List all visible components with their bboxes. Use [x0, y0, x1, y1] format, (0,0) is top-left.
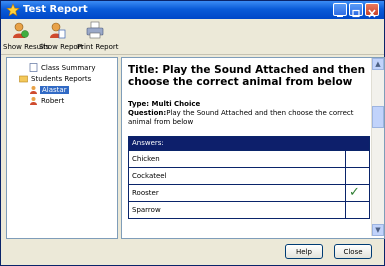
- checkmark-icon: ✓: [349, 185, 360, 200]
- answer-text: Chicken: [132, 155, 160, 163]
- answer-text: Sparrow: [132, 206, 161, 214]
- answer-divider: [345, 168, 346, 184]
- window-title: Test Report: [23, 4, 88, 15]
- scroll-down-icon[interactable]: ▼: [372, 224, 384, 236]
- close-icon[interactable]: [365, 3, 379, 18]
- answer-text: Cockateel: [132, 172, 167, 180]
- document-icon: [29, 63, 38, 72]
- print-report-label: Print Report: [77, 43, 119, 51]
- test-report-window: Test Report Show Results Show Report Pri…: [0, 0, 385, 266]
- answer-row: Rooster ✓: [129, 184, 369, 201]
- star-icon: [6, 3, 20, 17]
- question-type: Type: Multi Choice: [128, 100, 201, 108]
- tree-item-label: Class Summary: [41, 64, 96, 72]
- answer-divider: [345, 151, 346, 167]
- tree-item-label: Alastar: [40, 86, 69, 94]
- title-bar[interactable]: Test Report: [1, 1, 384, 19]
- question-title: Title: Play the Sound Attached and then …: [128, 64, 366, 88]
- question-text: Question:Play the Sound Attached and the…: [128, 109, 373, 127]
- tree-item-label: Students Reports: [31, 75, 92, 83]
- show-results-label: Show Results: [3, 43, 50, 51]
- answer-text: Rooster: [132, 189, 159, 197]
- answers-header: Answers:: [129, 137, 369, 150]
- answer-divider: [345, 185, 346, 201]
- minimize-icon[interactable]: [333, 3, 347, 17]
- student-icon: [30, 97, 37, 105]
- question-label: Question:: [128, 109, 167, 117]
- toolbar: Show Results Show Report Print Report: [1, 19, 384, 55]
- show-report-label: Show Report: [39, 43, 84, 51]
- folder-icon: [19, 75, 28, 83]
- answer-row: Sparrow: [129, 201, 369, 218]
- printer-icon: [86, 21, 104, 39]
- report-icon: [50, 22, 66, 39]
- question-panel: Title: Play the Sound Attached and then …: [121, 57, 385, 239]
- vertical-scrollbar[interactable]: ▲ ▼: [371, 58, 384, 236]
- answer-row: Chicken: [129, 150, 369, 167]
- student-icon: [30, 86, 37, 94]
- show-report-button[interactable]: Show Report: [39, 21, 84, 53]
- scroll-up-icon[interactable]: ▲: [372, 58, 384, 70]
- scrollbar-thumb[interactable]: [372, 106, 384, 128]
- print-report-button[interactable]: Print Report: [77, 21, 119, 53]
- answers-table: Answers: Chicken Cockateel Rooster ✓ Spa…: [128, 136, 370, 219]
- tree-item-label: Robert: [41, 97, 65, 105]
- answer-row: Cockateel: [129, 167, 369, 184]
- maximize-icon[interactable]: [349, 3, 363, 18]
- help-button[interactable]: Help: [285, 244, 323, 259]
- report-tree: Class Summary Students Reports Alastar R…: [6, 57, 118, 239]
- show-results-button[interactable]: Show Results: [3, 21, 50, 53]
- answer-divider: [345, 202, 346, 218]
- results-icon: [13, 22, 29, 38]
- close-button[interactable]: Close: [334, 244, 372, 259]
